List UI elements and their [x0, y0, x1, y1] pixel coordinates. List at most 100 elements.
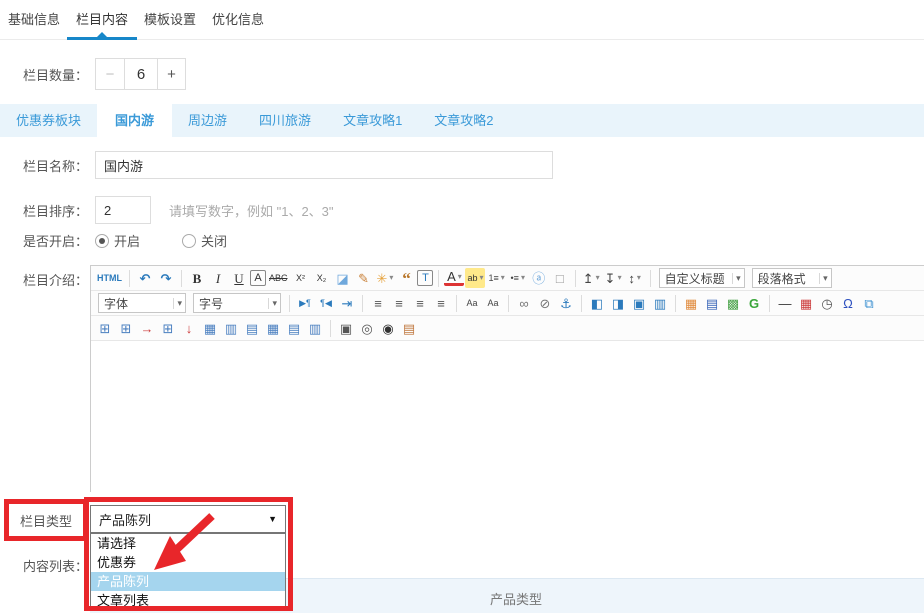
font-border-icon[interactable]: A: [250, 270, 266, 286]
highlight-color-icon[interactable]: ab: [465, 268, 485, 288]
strikethrough-icon[interactable]: ABC: [267, 268, 290, 288]
insert-map-icon[interactable]: ▩: [723, 293, 743, 313]
insert-video-icon[interactable]: ▤: [702, 293, 722, 313]
option-coupon[interactable]: 优惠券: [91, 553, 285, 572]
link-icon[interactable]: ∞: [514, 293, 534, 313]
caret-down-icon: ▾: [732, 273, 741, 284]
line-height-icon[interactable]: ↕: [625, 268, 645, 288]
ltr-paragraph-icon[interactable]: ▶¶: [295, 293, 315, 313]
google-map-icon[interactable]: G: [744, 293, 764, 313]
insert-table-icon[interactable]: ⊞: [95, 318, 115, 338]
option-product-display[interactable]: 产品陈列: [91, 572, 285, 591]
to-uppercase-icon[interactable]: Aa: [462, 293, 482, 313]
tab-template-settings[interactable]: 模板设置: [144, 0, 196, 40]
subtab-article-guide-2[interactable]: 文章攻略2: [418, 104, 509, 137]
underline-icon[interactable]: U: [229, 268, 249, 288]
unordered-list-icon[interactable]: •≡: [508, 268, 528, 288]
column-type-select[interactable]: 产品陈列 ▼: [90, 505, 286, 533]
insert-row-above-icon[interactable]: ⊞: [116, 318, 136, 338]
align-left-icon[interactable]: ≡: [368, 293, 388, 313]
image-inline-icon[interactable]: ▥: [650, 293, 670, 313]
column-name-input[interactable]: [95, 151, 553, 179]
delete-row-icon[interactable]: →: [137, 318, 157, 338]
to-lowercase-icon[interactable]: Aa: [483, 293, 503, 313]
align-right-icon[interactable]: ≡: [410, 293, 430, 313]
italic-icon[interactable]: I: [208, 268, 228, 288]
stepper-plus-button[interactable]: +: [157, 59, 185, 89]
radio-option-on[interactable]: 开启: [95, 231, 140, 250]
font-family-select[interactable]: 字体▾: [98, 293, 186, 313]
horizontal-rule-icon[interactable]: —: [775, 293, 795, 313]
ordered-list-icon[interactable]: 1≡: [486, 268, 506, 288]
image-center-icon[interactable]: ▣: [629, 293, 649, 313]
html-source-icon[interactable]: HTML: [95, 268, 124, 288]
new-page-icon[interactable]: □: [550, 268, 570, 288]
undo-icon[interactable]: ↶: [135, 268, 155, 288]
image-float-right-icon[interactable]: ◨: [608, 293, 628, 313]
option-please-select[interactable]: 请选择: [91, 534, 285, 553]
screenshot-icon[interactable]: ⧉: [859, 293, 879, 313]
eraser-icon[interactable]: ◪: [333, 268, 353, 288]
font-color-icon[interactable]: A: [444, 270, 464, 286]
column-count-stepper: − 6 +: [95, 58, 186, 90]
insert-time-icon[interactable]: ◷: [817, 293, 837, 313]
merge-cells-icon[interactable]: ▦: [263, 318, 283, 338]
subtab-domestic-travel[interactable]: 国内游: [97, 104, 172, 137]
subscript-icon[interactable]: X₂: [312, 268, 332, 288]
print-icon[interactable]: ▣: [336, 318, 356, 338]
column-type-label: 栏目类型: [4, 499, 88, 541]
preview-icon[interactable]: ◎: [357, 318, 377, 338]
insert-image-icon[interactable]: ▦: [681, 293, 701, 313]
subtab-coupon-block[interactable]: 优惠券板块: [0, 104, 97, 137]
special-char-icon[interactable]: Ω: [838, 293, 858, 313]
insert-date-icon[interactable]: ▦: [796, 293, 816, 313]
column-order-input[interactable]: [95, 196, 151, 224]
insert-column-icon[interactable]: ⊞: [158, 318, 178, 338]
insert-row-below-icon[interactable]: ▤: [242, 318, 262, 338]
anchor-icon[interactable]: ⚓: [556, 293, 576, 313]
paste-icon[interactable]: ▤: [399, 318, 419, 338]
auto-link-icon[interactable]: ⓐ: [529, 268, 549, 288]
split-rows-icon[interactable]: ▤: [284, 318, 304, 338]
separator: [650, 270, 651, 287]
radio-option-off[interactable]: 关闭: [182, 231, 227, 250]
auto-typeset-icon[interactable]: ✳: [375, 268, 396, 288]
tab-seo-info[interactable]: 优化信息: [212, 0, 264, 40]
separator: [575, 270, 576, 287]
paragraph-space-bottom-icon[interactable]: ↧: [603, 268, 624, 288]
align-center-icon[interactable]: ≡: [389, 293, 409, 313]
blockquote-icon[interactable]: “: [396, 268, 416, 288]
rtl-paragraph-icon[interactable]: ¶◀: [316, 293, 336, 313]
paragraph-space-top-icon[interactable]: ↥: [581, 268, 602, 288]
subtab-sichuan-travel[interactable]: 四川旅游: [243, 104, 327, 137]
option-article-list[interactable]: 文章列表: [91, 591, 285, 610]
font-size-select[interactable]: 字号▾: [193, 293, 281, 313]
bold-icon[interactable]: B: [187, 268, 207, 288]
subtab-article-guide-1[interactable]: 文章攻略1: [327, 104, 418, 137]
align-justify-icon[interactable]: ≡: [431, 293, 451, 313]
radio-unchecked-icon[interactable]: [182, 234, 196, 248]
stepper-minus-button[interactable]: −: [96, 59, 125, 89]
tab-column-content[interactable]: 栏目内容: [76, 0, 128, 40]
column-settings-page: 基础信息栏目内容模板设置优化信息 栏目数量： − 6 + 优惠券板块国内游周边游…: [0, 0, 924, 613]
find-replace-icon[interactable]: ◉: [378, 318, 398, 338]
insert-column-right-icon[interactable]: ▥: [221, 318, 241, 338]
editor-content-area[interactable]: [91, 341, 924, 492]
format-painter-icon[interactable]: ✎: [354, 268, 374, 288]
superscript-icon[interactable]: X²: [291, 268, 311, 288]
custom-title-select[interactable]: 自定义标题▾: [659, 268, 745, 288]
paste-word-icon[interactable]: T: [417, 270, 433, 286]
tab-basic-info[interactable]: 基础信息: [8, 0, 60, 40]
unlink-icon[interactable]: ⊘: [535, 293, 555, 313]
separator: [675, 295, 676, 312]
column-count-label: 栏目数量：: [0, 65, 88, 84]
table-title-icon[interactable]: ▦: [200, 318, 220, 338]
radio-checked-icon[interactable]: [95, 234, 109, 248]
indent-icon[interactable]: ⇥: [337, 293, 357, 313]
delete-column-icon[interactable]: ↓: [179, 318, 199, 338]
redo-icon[interactable]: ↷: [156, 268, 176, 288]
subtab-nearby-travel[interactable]: 周边游: [172, 104, 243, 137]
image-float-left-icon[interactable]: ◧: [587, 293, 607, 313]
paragraph-format-select[interactable]: 段落格式▾: [752, 268, 832, 288]
split-columns-icon[interactable]: ▥: [305, 318, 325, 338]
